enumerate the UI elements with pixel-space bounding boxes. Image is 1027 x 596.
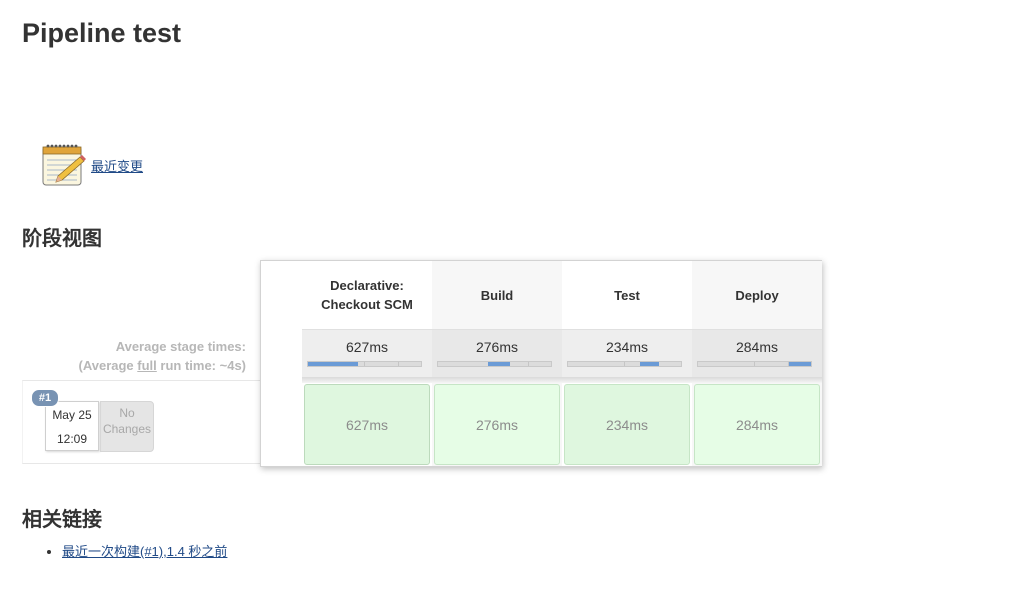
average-run-time-suffix: run time: ~4s) — [156, 358, 246, 373]
stage-header: Declarative: Checkout SCM — [321, 278, 413, 312]
stage-column: Build 276ms 276ms — [432, 261, 562, 466]
build-number-badge[interactable]: #1 — [31, 389, 59, 407]
stage-column: Declarative: Checkout SCM 627ms 627ms — [302, 261, 432, 466]
stage-time-bar-fill — [308, 362, 359, 366]
stage-average-cell: 234ms — [562, 329, 692, 377]
stage-result-cell[interactable]: 276ms — [434, 384, 560, 465]
stage-column: Test 234ms 234ms — [562, 261, 692, 466]
average-run-time-prefix: (Average — [78, 358, 138, 373]
average-stage-times-label: Average stage times: (Average full run t… — [22, 337, 247, 375]
stage-average-time: 627ms — [345, 339, 389, 355]
stage-time-bar — [307, 361, 422, 367]
stage-result-cell[interactable]: 284ms — [694, 384, 820, 465]
stage-time-bar — [567, 361, 682, 367]
stage-average-time: 234ms — [605, 339, 649, 355]
notepad-icon[interactable] — [40, 140, 88, 188]
average-stage-times-line: Average stage times: — [115, 339, 246, 354]
page-title: Pipeline test — [22, 18, 182, 48]
stage-result-cell[interactable]: 627ms — [304, 384, 430, 465]
full-run-time-link[interactable]: full — [137, 358, 157, 373]
related-links-title: 相关链接 — [22, 509, 102, 531]
recent-changes-link[interactable]: 最近变更 — [91, 156, 143, 175]
list-item: 最近一次构建(#1),1.4 秒之前 — [62, 541, 227, 560]
build-date: May 25 — [52, 408, 92, 422]
stage-view-table: Declarative: Checkout SCM 627ms 627ms Bu… — [260, 260, 822, 467]
stage-time-bar — [697, 361, 812, 367]
stage-header: Test — [614, 287, 640, 303]
stage-average-time: 276ms — [475, 339, 519, 355]
build-date-box[interactable]: May 25 12:09 — [45, 401, 99, 451]
stage-view-title: 阶段视图 — [22, 228, 102, 250]
build-time: 12:09 — [56, 432, 88, 446]
stage-header: Deploy — [735, 287, 779, 303]
stage-result-cell[interactable]: 234ms — [564, 384, 690, 465]
stage-column: Deploy 284ms 284ms — [692, 261, 822, 466]
stage-average-cell: 284ms — [692, 329, 822, 377]
stage-header: Build — [480, 287, 514, 303]
no-changes-box[interactable]: No Changes — [100, 401, 154, 452]
stage-average-time: 284ms — [735, 339, 779, 355]
stage-time-bar-fill — [789, 362, 811, 366]
stage-time-bar-fill — [488, 362, 511, 366]
stage-time-bar — [437, 361, 552, 367]
last-build-link[interactable]: 最近一次构建(#1),1.4 秒之前 — [62, 544, 227, 559]
stage-average-cell: 276ms — [432, 329, 562, 377]
related-links-list: 最近一次构建(#1),1.4 秒之前 — [44, 541, 227, 560]
stage-time-bar-fill — [640, 362, 660, 366]
average-run-time-line: (Average full run time: ~4s) — [22, 356, 247, 375]
stage-average-cell: 627ms — [302, 329, 432, 377]
